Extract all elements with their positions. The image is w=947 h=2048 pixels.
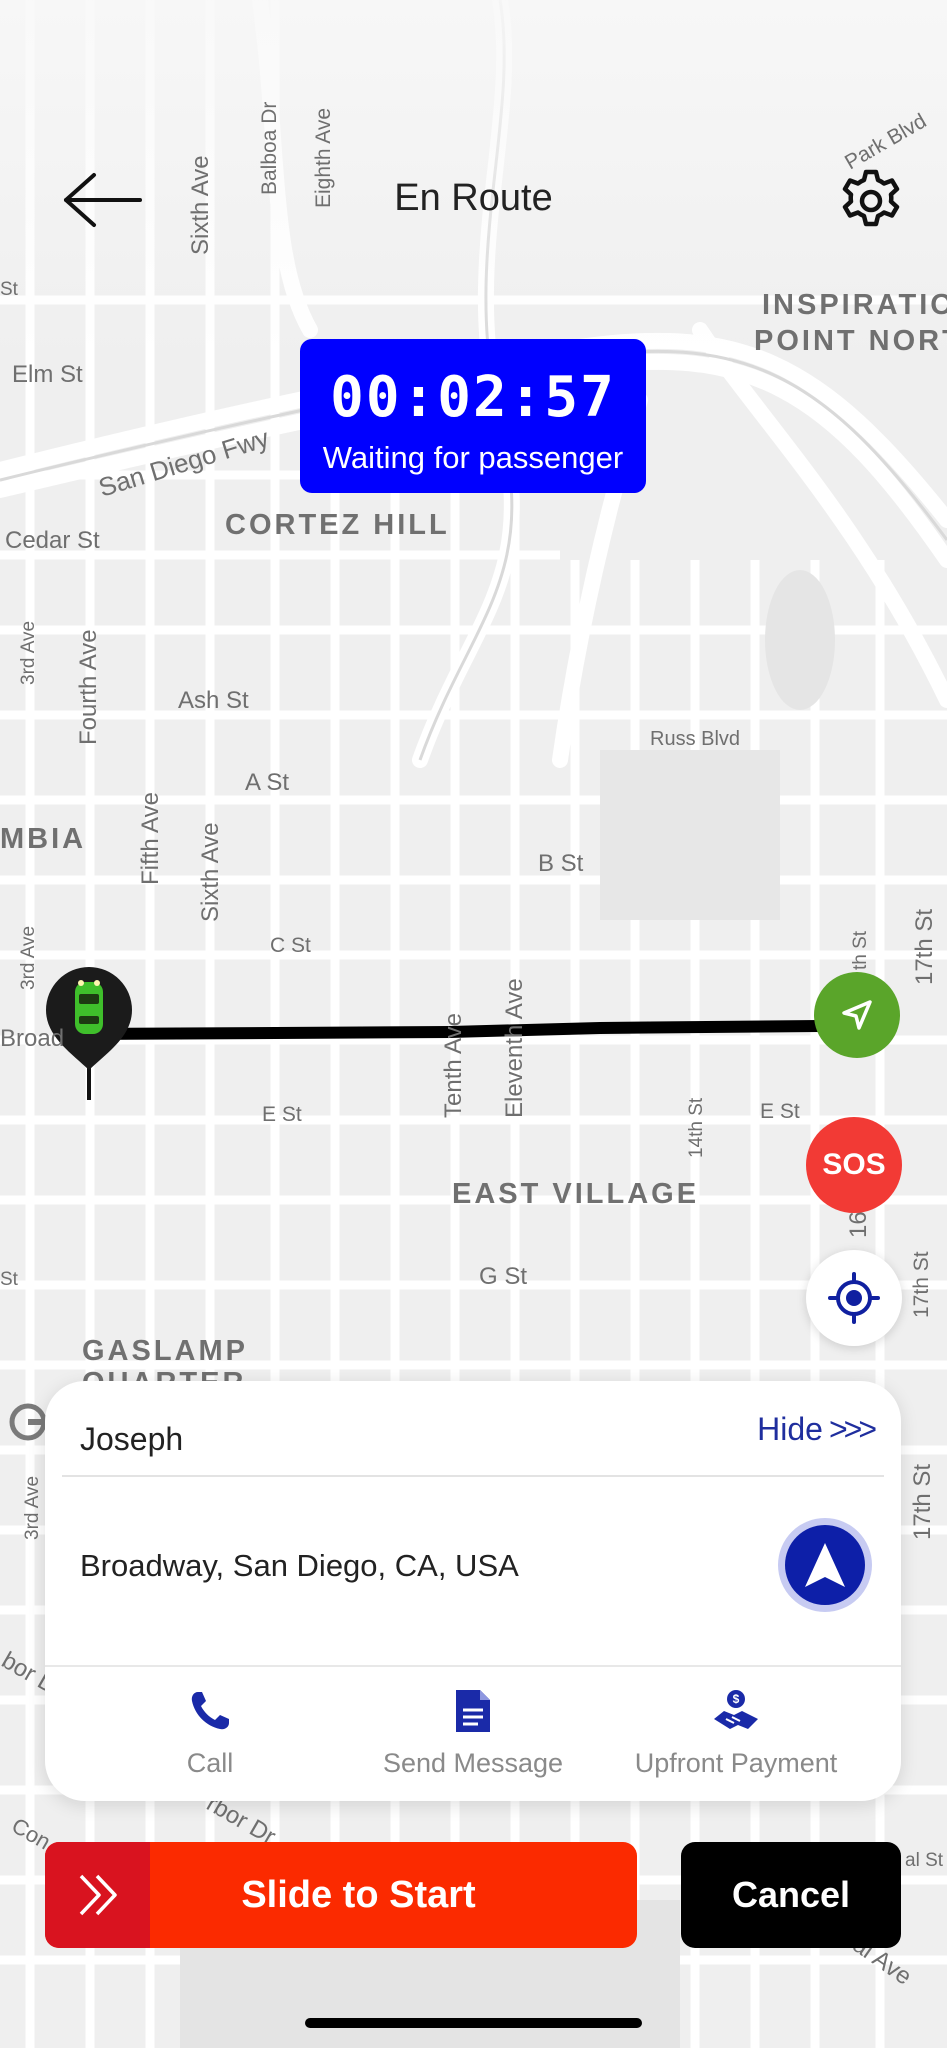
map-street-label: G St [479,1263,527,1290]
passenger-name: Joseph [80,1421,184,1457]
recenter-location-button[interactable] [806,1250,902,1346]
navigation-arrow-icon [842,1000,872,1030]
pickup-address: Broadway, San Diego, CA, USA [80,1548,519,1583]
cancel-label: Cancel [731,1874,851,1915]
action-label: Call [186,1748,234,1778]
map-street-label: St [0,1269,19,1290]
document-icon [456,1690,490,1732]
passenger-card: Joseph Hide >>> Broadway, San Diego, CA, … [45,1381,901,1801]
slider-handle[interactable] [45,1842,150,1948]
hide-label: Hide [757,1411,823,1447]
navigate-fab-button[interactable] [814,972,900,1058]
map-street-label: E St [760,1100,800,1123]
map-street-label: Eleventh Ave [501,978,528,1118]
map-street-label: 3rd Ave [18,926,39,990]
payment-handshake-icon: $ [714,1690,758,1729]
map-street-label: St [0,279,19,300]
navigation-pointer-icon [805,1543,845,1587]
map-street-label: al St [905,1850,944,1871]
map-area-label: CORTEZ HILL [225,509,450,541]
map-street-label: Sixth Ave [197,822,224,922]
action-label: Send Message [382,1748,564,1778]
map-area-label: INSPIRATIO [762,289,947,321]
timer-status: Waiting for passenger [322,440,624,475]
action-label: Upfront Payment [634,1748,838,1778]
svg-text:$: $ [733,1692,740,1706]
timer-value: 00:02:57 [330,365,616,430]
upfront-payment-button[interactable]: $ Upfront Payment [606,1686,866,1779]
settings-button[interactable] [838,168,904,234]
home-indicator[interactable] [305,2018,642,2028]
crosshair-icon [828,1272,880,1324]
chevrons-right-icon: >>> [828,1411,877,1447]
page-title: En Route [394,177,553,219]
map-street-label: Broad [0,1025,64,1052]
sos-button[interactable]: SOS [806,1117,902,1213]
map-street-label: Fifth Ave [137,792,164,885]
map-street-label: 17th St [911,909,938,985]
map-street-label: 17th St [909,1464,936,1540]
map-street-label: Fourth Ave [75,629,102,745]
gear-icon [842,169,900,227]
map-street-label: E St [262,1103,302,1126]
map-street-label: Russ Blvd [650,728,740,750]
divider [62,1475,884,1477]
sos-label: SOS [822,1148,886,1181]
divider [45,1665,901,1667]
map-street-label: 16 [845,1211,872,1238]
hide-card-button[interactable]: Hide >>> [757,1411,877,1448]
phone-icon [191,1692,229,1730]
map-street-label: Tenth Ave [440,1013,467,1118]
map-area-label: EAST VILLAGE [452,1178,699,1210]
slide-to-start-slider[interactable]: Slide to Start [45,1842,637,1948]
map-street-label: C St [270,934,311,957]
map-street-label: Cedar St [5,527,100,554]
cancel-button[interactable]: Cancel [681,1842,901,1948]
waiting-timer: 00:02:57 Waiting for passenger [300,339,646,493]
map-area-label: GASLAMP [82,1335,248,1367]
start-navigation-button[interactable] [785,1525,865,1605]
map-street-label: 3rd Ave [18,621,39,685]
send-message-button[interactable]: Send Message [343,1686,603,1779]
map-area-label: POINT NORT [754,325,947,357]
map-street-label: Ash St [178,687,249,714]
double-chevron-right-icon [79,1874,117,1916]
map-street-label: B St [538,850,584,877]
map-street-label: Elm St [12,361,83,388]
map-area-label: MBIA [0,823,86,855]
map-street-label: th St [850,930,871,970]
map-street-label: 17th St [910,1251,933,1318]
map-street-label: 3rd Ave [22,1476,43,1540]
map-street-label: A St [245,769,289,796]
call-button[interactable]: Call [80,1686,340,1779]
map-street-label: 14th St [686,1097,707,1158]
slide-label: Slide to Start [241,1874,476,1916]
